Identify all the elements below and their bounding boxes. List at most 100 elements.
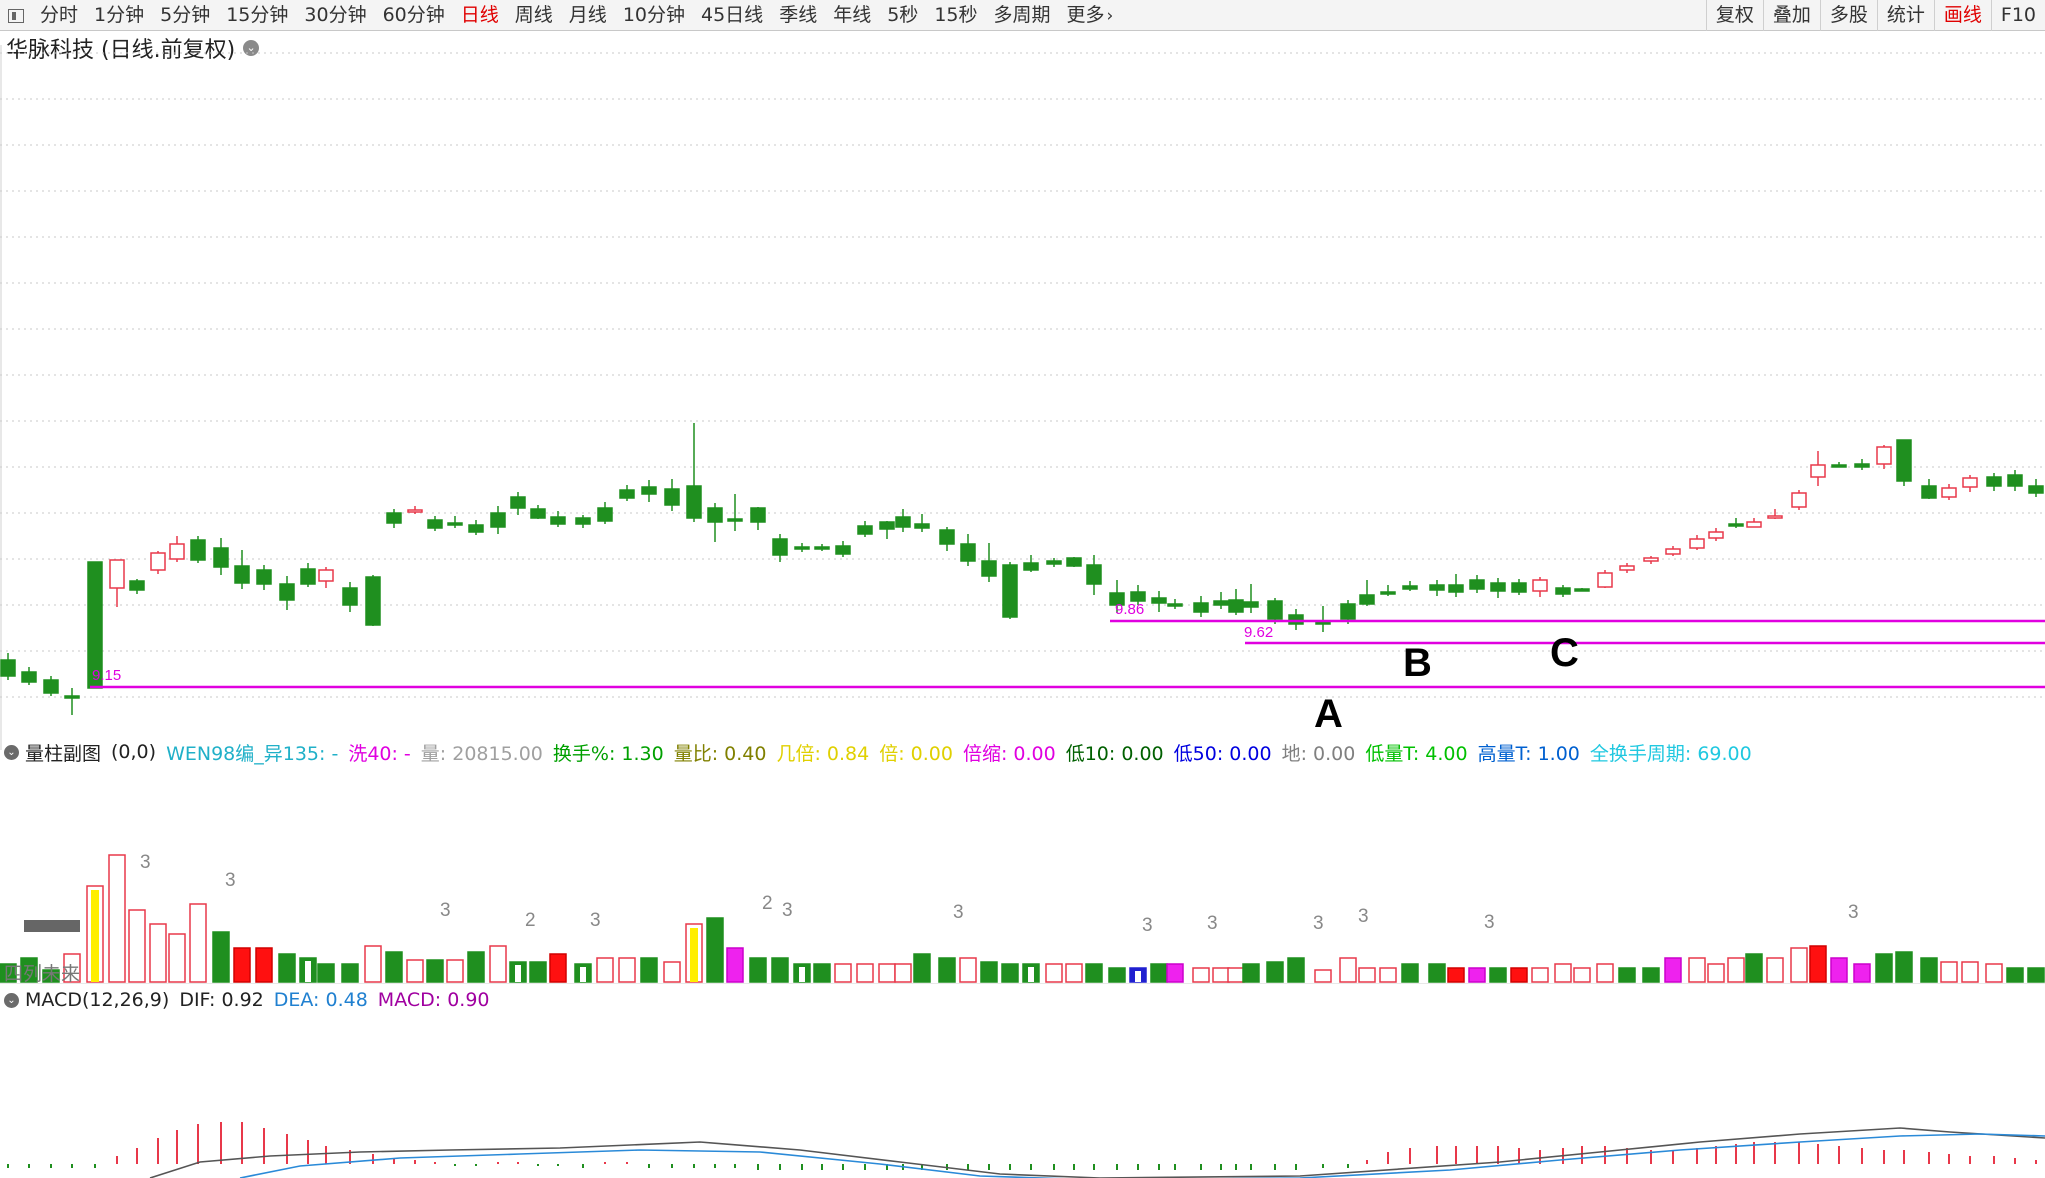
candle-body	[1359, 594, 1375, 605]
macd-dif-line	[149, 1127, 2045, 1178]
volume-bar-body	[1339, 957, 1357, 983]
volume-bar-body	[278, 953, 296, 983]
collapse-circle-icon[interactable]: ⌄	[4, 744, 19, 760]
period-tab-13[interactable]: 5秒	[879, 0, 926, 31]
candle-body	[213, 547, 229, 568]
candle-body	[879, 521, 895, 530]
volume-indicator-header: ⌄ 量柱副图 (0,0) WEN98编_异135: - 洗40: - 量: 20815.…	[0, 738, 2045, 766]
period-tab-16[interactable]: 更多 ›	[1059, 0, 1122, 31]
volume-bar-44	[938, 957, 956, 983]
period-tab-4[interactable]: 30分钟	[296, 0, 374, 31]
candle-18	[386, 509, 402, 528]
macd-chart[interactable]	[0, 1014, 2045, 1178]
candle-body	[2007, 474, 2023, 487]
volume-bar-body	[212, 931, 230, 983]
candle-11	[234, 550, 250, 589]
vol-6: 量比: 0.40	[673, 742, 767, 765]
period-tab-14[interactable]: 15秒	[926, 0, 985, 31]
candle-54	[1151, 591, 1167, 612]
volume-bar-body	[1895, 951, 1913, 983]
candle-body	[814, 546, 830, 550]
volume-bar-body	[1242, 963, 1260, 983]
volume-mark-12: 3	[1484, 912, 1495, 933]
tool-button-0[interactable]: 复权	[1705, 0, 1763, 31]
candle-body	[0, 659, 16, 677]
tool-button-4[interactable]: 画线	[1933, 0, 1991, 31]
period-tab-2[interactable]: 5分钟	[152, 0, 218, 31]
candle-50	[1066, 557, 1082, 567]
period-tab-15[interactable]: 多周期	[986, 0, 1059, 31]
candle-body	[1708, 531, 1724, 539]
volume-mark-2: 3	[440, 900, 451, 921]
volume-bar-hollow	[305, 961, 311, 982]
price-label-2: 9.62	[1244, 624, 1273, 641]
volume-bar-35	[749, 957, 767, 983]
candle-94	[2007, 470, 2023, 491]
volume-bar-body	[233, 947, 251, 983]
volume-bar-body	[1065, 963, 1083, 983]
period-tab-12[interactable]: 年线	[825, 0, 879, 31]
candle-8	[169, 536, 185, 562]
volume-bar-body	[1085, 963, 1103, 983]
candle-body	[1429, 584, 1445, 591]
candle-body	[1532, 579, 1548, 592]
tool-button-5[interactable]: F10	[1990, 0, 2045, 31]
collapse-circle-icon[interactable]: ⌄	[4, 992, 19, 1008]
candle-72	[1532, 577, 1548, 597]
candle-79	[1689, 535, 1705, 550]
tool-button-3[interactable]: 统计	[1876, 0, 1934, 31]
period-tab-11[interactable]: 季线	[771, 0, 825, 31]
period-tab-5[interactable]: 60分钟	[375, 0, 453, 31]
volume-bar-12	[255, 947, 273, 983]
period-tabs: 分时 1分钟 5分钟 15分钟 30分钟 60分钟 日线 周线 月线 10分钟 45日线 季线 年线 5秒…	[0, 0, 1121, 31]
volume-bar-body	[1266, 961, 1284, 983]
candlestick-chart[interactable]: 9.15 9.86 9.62 A B C	[0, 45, 2045, 750]
volume-bar-86	[1830, 957, 1848, 983]
period-tab-1[interactable]: 1分钟	[86, 0, 152, 31]
candle-body	[857, 525, 873, 535]
candle-48	[1023, 555, 1039, 572]
volume-bar-53	[1129, 967, 1147, 983]
volume-bar-body	[1428, 963, 1446, 983]
period-tab-10[interactable]: 45日线	[693, 0, 771, 31]
panel-toggle-icon[interactable]	[8, 8, 24, 23]
candle-51	[1086, 555, 1102, 595]
candle-body	[129, 580, 145, 591]
period-tab-7[interactable]: 周线	[507, 0, 561, 31]
candle-body	[914, 523, 930, 529]
volume-bar-body	[1401, 963, 1419, 983]
volume-bar-body	[1790, 947, 1808, 983]
volume-bar-body	[446, 959, 464, 983]
volume-bar-body	[317, 963, 335, 983]
candle-80	[1708, 528, 1724, 541]
tool-buttons: 复权 叠加 多股 统计 画线 F10	[1705, 0, 2045, 31]
candle-body	[365, 576, 381, 626]
candle-82	[1746, 518, 1762, 528]
tool-button-1[interactable]: 叠加	[1762, 0, 1820, 31]
period-tab-9[interactable]: 10分钟	[615, 0, 693, 31]
vol-15: 全换手周期: 69.00	[1589, 742, 1752, 765]
candle-44	[939, 527, 955, 551]
volume-bar-body	[1573, 967, 1591, 983]
volume-bar-7	[149, 923, 167, 983]
volume-chart[interactable]: 333 2 32 3 33 3 3 3 3 3四列未来	[0, 766, 2045, 984]
period-tab-0[interactable]: 分时	[32, 0, 86, 31]
volume-mark-13: 3	[1848, 902, 1859, 923]
volume-bar-17	[364, 945, 382, 983]
volume-bar-body	[834, 963, 852, 983]
candle-body	[1831, 464, 1847, 468]
candle-95	[2028, 479, 2044, 497]
volume-bar-15	[317, 963, 335, 983]
volume-bar-58	[1227, 967, 1245, 983]
volume-mark-4: 3	[590, 910, 601, 931]
candle-body	[1130, 591, 1146, 602]
candle-body	[190, 539, 206, 561]
tool-button-2[interactable]: 多股	[1819, 0, 1877, 31]
volume-bar-body	[406, 959, 424, 983]
period-tab-3[interactable]: 15分钟	[218, 0, 296, 31]
period-tab-6[interactable]: 日线	[453, 0, 507, 31]
volume-bar-85	[1809, 945, 1827, 983]
period-tab-8[interactable]: 月线	[561, 0, 615, 31]
candle-body	[169, 543, 185, 560]
volume-bar-body	[168, 933, 186, 983]
